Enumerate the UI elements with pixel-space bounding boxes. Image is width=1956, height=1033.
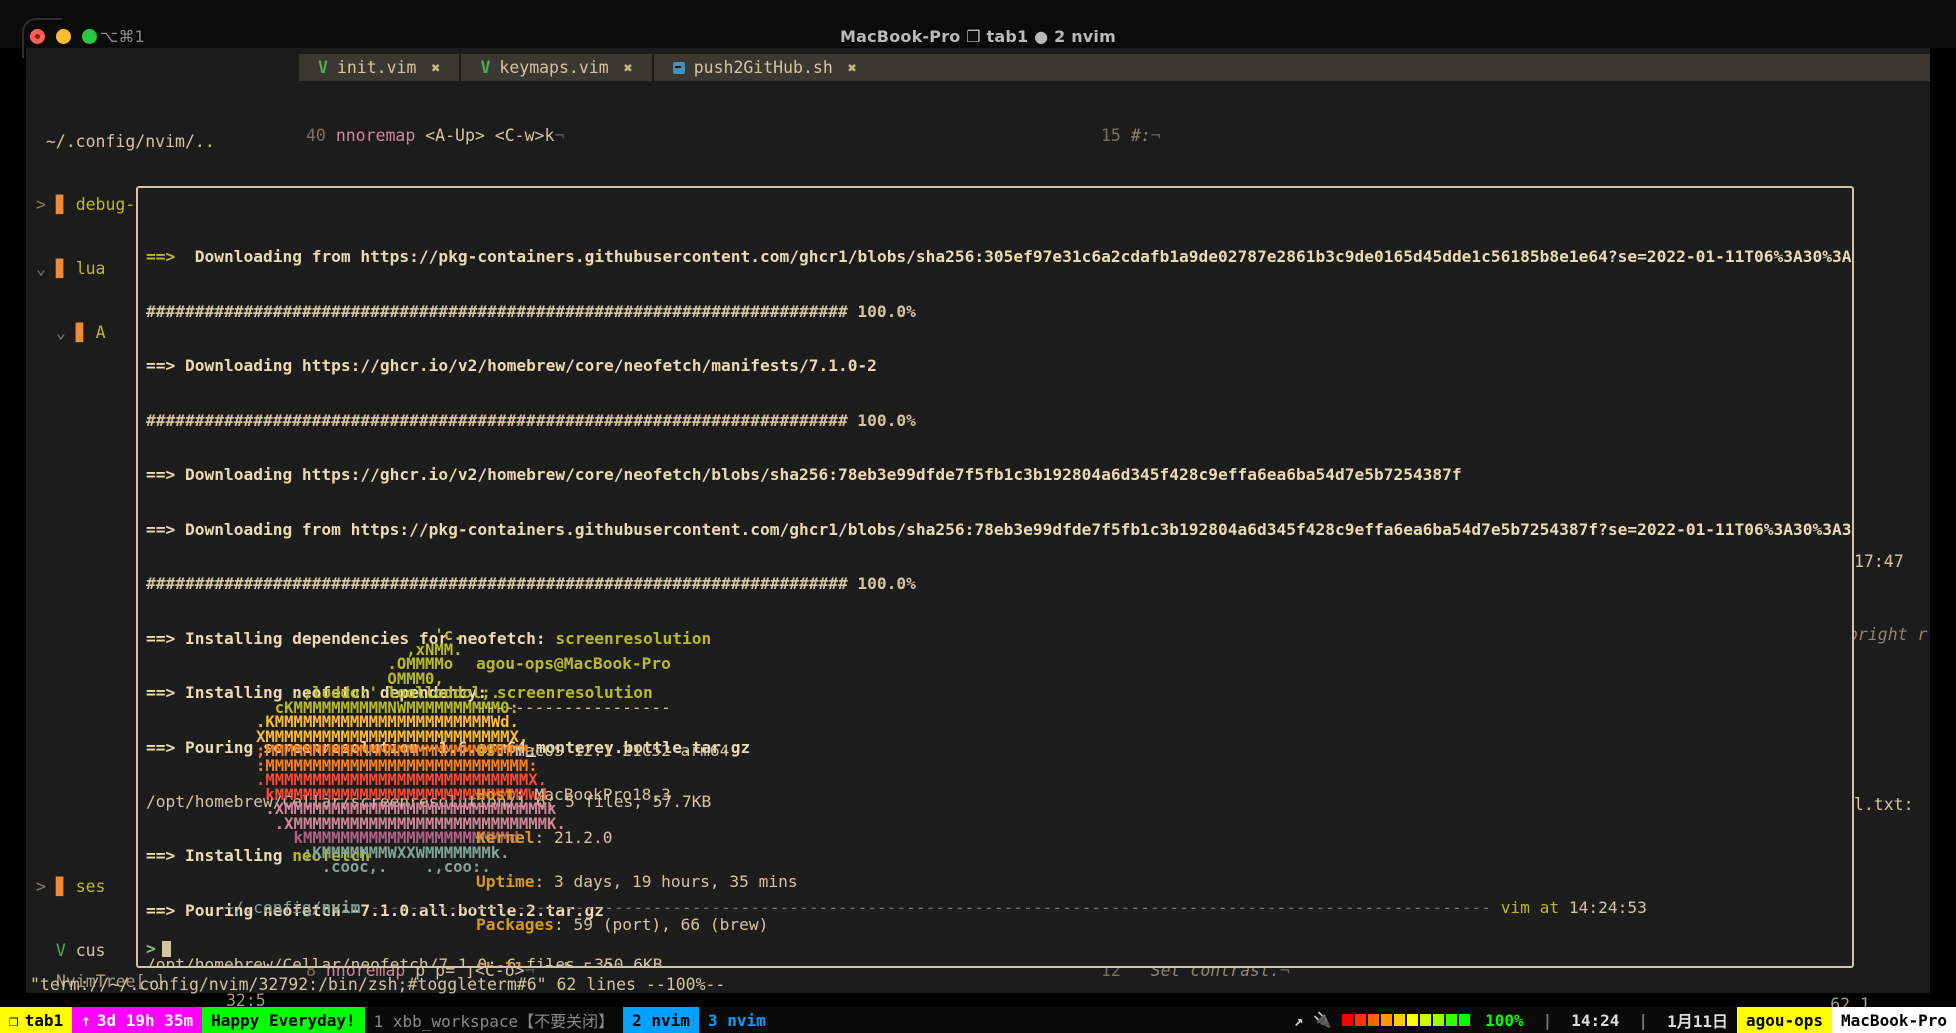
tmux-session-label: tab1 xyxy=(24,1010,64,1030)
battery-cell xyxy=(1433,1014,1445,1026)
battery-cell xyxy=(1407,1014,1419,1026)
buffer-tab-keymaps-vim[interactable]: V keymaps.vim ✖ xyxy=(461,54,652,81)
battery-gauge xyxy=(1336,1007,1477,1033)
neofetch-row-kernel: Kernel: 21.2.0 xyxy=(476,828,613,847)
terminal-line: ########################################… xyxy=(146,301,916,321)
terminal-gutter: ◕◕◕◕◕◕◕◕◕◕🍺◕◕🍺◕◕◕◕ xyxy=(136,188,138,688)
window-title: MacBook-Pro ❐ tab1 ● 2 nvim xyxy=(840,27,1116,46)
tmux-uptime-value: 3d 19h 35m xyxy=(96,1010,194,1030)
terminal-line: ########################################… xyxy=(146,410,916,430)
neofetch-row-host: Host: MacBookPro18,3 xyxy=(476,784,671,804)
code-line: 40 nnoremap <A-Up> <C-w>k¬ xyxy=(306,126,565,145)
bufferline-offset xyxy=(26,54,299,81)
terminal-line: ==> Downloading from https://pkg-contain… xyxy=(146,519,1854,539)
buffer-tab-label: init.vim xyxy=(336,58,417,77)
buffer-tab-push2github-sh[interactable]: push2GitHub.sh ✖ xyxy=(653,54,876,81)
battery-cell xyxy=(1368,1014,1380,1026)
terminal-line: ==> Downloading https://ghcr.io/v2/homeb… xyxy=(146,465,1462,485)
bufferline-filler xyxy=(875,54,1930,81)
tmux-divider: | xyxy=(1532,1007,1563,1033)
terminal-line: ==> ==> Downloading from https://pkg-con… xyxy=(146,248,1852,266)
tmux-status-bar[interactable]: ❐ tab1 ↑ 3d 19h 35m Happy Everyday! 1 xb… xyxy=(0,1007,1956,1033)
statusline-row: NvimTree[-] 32:5 keymaps.vim 55:1 init.v… xyxy=(26,953,1930,1033)
neofetch-row-os: OS: macOS 12.1 21C52 arm64 xyxy=(476,741,730,760)
battery-cell xyxy=(1394,1014,1406,1026)
tmux-host: MacBook-Pro xyxy=(1832,1007,1956,1033)
buffer-close-icon[interactable]: ✖ xyxy=(431,59,440,77)
ghost-text-bright: bright r xyxy=(1848,625,1928,644)
buffer-tab-label: keymaps.vim xyxy=(499,58,609,77)
tmux-message: Happy Everyday! xyxy=(202,1007,365,1033)
battery-cell xyxy=(1446,1014,1458,1026)
battery-cell xyxy=(1459,1014,1471,1026)
folder-icon: ▊ xyxy=(55,259,66,279)
floating-terminal[interactable]: ==> ==> Downloading from https://pkg-con… xyxy=(136,186,1854,968)
terminal-line-text-0: Downloading from https://pkg-containers.… xyxy=(185,247,1854,267)
folder-icon: ▊ xyxy=(75,323,86,343)
buffer-tab-init-vim[interactable]: V init.vim ✖ xyxy=(299,54,460,81)
window-icon: ❐ xyxy=(9,1010,19,1030)
tmux-uptime: ↑ 3d 19h 35m xyxy=(72,1007,203,1033)
terminal-line: ########################################… xyxy=(146,574,916,594)
battery-cell xyxy=(1381,1014,1393,1026)
tmux-window-3[interactable]: 3 nvim xyxy=(698,1007,775,1033)
battery-percent: 100% xyxy=(1476,1007,1533,1033)
tmux-clock: 14:24 xyxy=(1562,1007,1629,1033)
window-titlebar: ⌥⌘1 MacBook-Pro ❐ tab1 ● 2 nvim xyxy=(0,0,1956,58)
neofetch-user: agou-ops@MacBook-Pro xyxy=(476,654,671,673)
battery-cell xyxy=(1355,1014,1367,1026)
ghost-text-file: al.txt: xyxy=(1844,795,1914,814)
buffer-close-icon[interactable]: ✖ xyxy=(848,59,857,77)
tmux-window-2[interactable]: 2 nvim xyxy=(623,1007,699,1033)
battery-cell xyxy=(1342,1014,1354,1026)
command-line[interactable]: "term://~/.config/nvim/32792:/bin/zsh;#t… xyxy=(26,975,1930,995)
vim-icon: V xyxy=(480,58,491,77)
folder-icon: ▊ xyxy=(55,876,66,896)
screen: ⌥⌘1 MacBook-Pro ❐ tab1 ● 2 nvim V init.v… xyxy=(0,0,1956,1033)
battery-cell xyxy=(1420,1014,1432,1026)
tmux-divider: | xyxy=(1628,1007,1659,1033)
ghost-text-time: 17:47 xyxy=(1854,552,1904,571)
folder-icon: ▊ xyxy=(55,195,66,215)
tmux-date: 1月11日 xyxy=(1658,1007,1737,1033)
tree-root-path: ~/.config/nvim/.. xyxy=(45,131,215,151)
terminal-footer: ~/.config/nvim -------------------------… xyxy=(223,898,1647,917)
buffer-tab-label: push2GitHub.sh xyxy=(693,58,833,77)
power-plug-icon: 🔌 xyxy=(1309,1007,1337,1033)
network-arrow-icon: ↗ xyxy=(1287,1007,1310,1033)
shell-icon xyxy=(672,61,685,74)
tmux-window-1[interactable]: 1 xbb_workspace【不要关闭】 xyxy=(364,1007,624,1033)
terminal-line: ==> Downloading https://ghcr.io/v2/homeb… xyxy=(146,356,877,376)
uptime-icon: ↑ xyxy=(81,1010,91,1030)
tmux-user: agou-ops xyxy=(1736,1007,1833,1033)
tmux-spacer xyxy=(774,1007,1288,1033)
bufferline[interactable]: V init.vim ✖ V keymaps.vim ✖ push2GitHub… xyxy=(26,54,1930,81)
code-line: 15 #:¬ xyxy=(1101,126,1161,145)
vim-icon: V xyxy=(318,58,328,77)
neofetch-rule: -------------------- xyxy=(476,697,671,717)
buffer-close-icon[interactable]: ✖ xyxy=(624,59,633,77)
neovim-window: V init.vim ✖ V keymaps.vim ✖ push2GitHub… xyxy=(26,48,1930,1033)
tmux-session-tab[interactable]: ❐ tab1 xyxy=(0,1007,73,1033)
